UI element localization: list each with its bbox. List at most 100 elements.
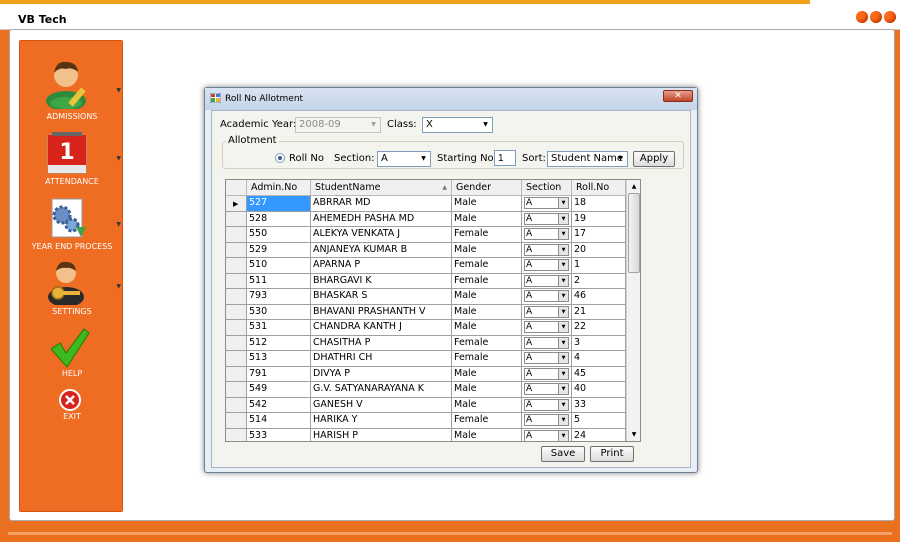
grid-cell-name[interactable]: HARIKA Y [311, 413, 452, 429]
grid-cell-roll[interactable]: 1 [572, 258, 626, 274]
section-cell-select[interactable]: A ▼ [524, 321, 569, 333]
column-header-roll-no[interactable]: Roll.No [572, 180, 626, 196]
grid-cell-section[interactable]: A ▼ [522, 382, 572, 398]
section-cell-select[interactable]: A ▼ [524, 305, 569, 318]
grid-cell-name[interactable]: BHARGAVI K [311, 273, 452, 289]
grid-cell-roll[interactable]: 21 [572, 304, 626, 320]
column-header-gender[interactable]: Gender [452, 180, 522, 196]
grid-cell-name[interactable]: AHEMEDH PASHA MD [311, 211, 452, 227]
scroll-up-icon[interactable]: ▲ [627, 180, 640, 193]
grid-cell-roll[interactable]: 3 [572, 335, 626, 351]
grid-cell-roll[interactable]: 20 [572, 242, 626, 258]
sort-select[interactable]: Student Name ▼ [547, 151, 628, 167]
grid-cell-gender[interactable]: Female [452, 227, 522, 243]
grid-cell-name[interactable]: DIVYA P [311, 366, 452, 382]
grid-cell-gender[interactable]: Male [452, 242, 522, 258]
grid-cell-name[interactable]: BHAVANI PRASHANTH V [311, 304, 452, 320]
grid-cell-name[interactable]: ALEKYA VENKATA J [311, 227, 452, 243]
section-cell-select[interactable]: A ▼ [524, 414, 569, 426]
grid-cell-name[interactable]: HARISH P [311, 428, 452, 441]
section-cell-select[interactable]: A ▼ [524, 398, 569, 411]
column-header-admin-no[interactable]: Admin.No [247, 180, 311, 196]
grid-cell-gender[interactable]: Male [452, 428, 522, 441]
sidebar-item-year-end-process[interactable]: YEAR END PROCESS ▼ [20, 197, 124, 255]
table-row[interactable]: 550 ALEKYA VENKATA J Female A ▼ 17 [226, 227, 626, 243]
sidebar-item-help[interactable]: HELP [20, 327, 124, 379]
grid-cell-section[interactable]: A ▼ [522, 227, 572, 243]
grid-cell-name[interactable]: APARNA P [311, 258, 452, 274]
table-row[interactable]: 512 CHASITHA P Female A ▼ 3 [226, 335, 626, 351]
grid-cell-name[interactable]: DHATHRI CH [311, 351, 452, 367]
grid-cell-gender[interactable]: Male [452, 289, 522, 305]
grid-cell-section[interactable]: A ▼ [522, 413, 572, 429]
sidebar-item-attendance[interactable]: 1 ATTENDANCE ▼ [20, 131, 124, 189]
table-row[interactable]: 513 DHATHRI CH Female A ▼ 4 [226, 351, 626, 367]
grid-cell-admin[interactable]: 527 [247, 196, 311, 212]
scroll-down-icon[interactable]: ▼ [627, 428, 640, 441]
grid-cell-name[interactable]: G.V. SATYANARAYANA K [311, 382, 452, 398]
grid-cell-roll[interactable]: 24 [572, 428, 626, 441]
grid-cell-admin[interactable]: 529 [247, 242, 311, 258]
grid-cell-gender[interactable]: Female [452, 273, 522, 289]
section-cell-select[interactable]: A ▼ [524, 212, 569, 225]
grid-cell-roll[interactable]: 19 [572, 211, 626, 227]
grid-cell-gender[interactable]: Male [452, 211, 522, 227]
section-cell-select[interactable]: A ▼ [524, 367, 569, 380]
row-header[interactable] [226, 320, 247, 336]
table-row[interactable]: 510 APARNA P Female A ▼ 1 [226, 258, 626, 274]
grid-cell-section[interactable]: A ▼ [522, 366, 572, 382]
section-cell-select[interactable]: A ▼ [524, 274, 569, 287]
grid-cell-roll[interactable]: 33 [572, 397, 626, 413]
table-row[interactable]: 791 DIVYA P Male A ▼ 45 [226, 366, 626, 382]
table-row[interactable]: 514 HARIKA Y Female A ▼ 5 [226, 413, 626, 429]
table-row[interactable]: 549 G.V. SATYANARAYANA K Male A ▼ 40 [226, 382, 626, 398]
grid-cell-roll[interactable]: 45 [572, 366, 626, 382]
grid-cell-roll[interactable]: 17 [572, 227, 626, 243]
row-header[interactable] [226, 366, 247, 382]
grid-cell-admin[interactable]: 528 [247, 211, 311, 227]
close-dot-icon[interactable] [884, 11, 896, 23]
row-header[interactable] [226, 428, 247, 441]
row-header[interactable] [226, 242, 247, 258]
grid-cell-admin[interactable]: 530 [247, 304, 311, 320]
row-header[interactable]: ▶ [226, 196, 247, 212]
section-cell-select[interactable]: A ▼ [524, 290, 569, 302]
grid-cell-roll[interactable]: 2 [572, 273, 626, 289]
section-cell-select[interactable]: A ▼ [524, 228, 569, 240]
grid-cell-gender[interactable]: Female [452, 258, 522, 274]
grid-cell-gender[interactable]: Female [452, 413, 522, 429]
grid-cell-section[interactable]: A ▼ [522, 211, 572, 227]
grid-cell-admin[interactable]: 513 [247, 351, 311, 367]
grid-cell-section[interactable]: A ▼ [522, 258, 572, 274]
grid-cell-gender[interactable]: Male [452, 382, 522, 398]
row-header[interactable] [226, 413, 247, 429]
grid-cell-roll[interactable]: 18 [572, 196, 626, 212]
table-row[interactable]: ▶ 527 ABRRAR MD Male A ▼ 18 [226, 196, 626, 212]
grid-cell-name[interactable]: ANJANEYA KUMAR B [311, 242, 452, 258]
grid-cell-roll[interactable]: 40 [572, 382, 626, 398]
roll-no-radio[interactable] [275, 153, 285, 163]
grid-cell-admin[interactable]: 531 [247, 320, 311, 336]
section-cell-select[interactable]: A ▼ [524, 336, 569, 349]
table-row[interactable]: 533 HARISH P Male A ▼ 24 [226, 428, 626, 441]
scroll-thumb[interactable] [628, 193, 640, 273]
apply-button[interactable]: Apply [633, 151, 675, 167]
dialog-titlebar[interactable]: Roll No Allotment ✕ [205, 88, 697, 110]
grid-cell-roll[interactable]: 22 [572, 320, 626, 336]
grid-cell-admin[interactable]: 514 [247, 413, 311, 429]
section-cell-select[interactable]: A ▼ [524, 429, 569, 441]
sidebar-item-exit[interactable]: EXIT [20, 389, 124, 423]
minimize-dot-icon[interactable] [856, 11, 868, 23]
section-cell-select[interactable]: A ▼ [524, 197, 569, 209]
dialog-close-button[interactable]: ✕ [663, 90, 693, 102]
grid-cell-admin[interactable]: 549 [247, 382, 311, 398]
starting-no-input[interactable] [494, 150, 516, 166]
save-button[interactable]: Save [541, 446, 585, 462]
class-select[interactable]: X ▼ [422, 117, 493, 133]
row-header[interactable] [226, 304, 247, 320]
sidebar-item-admissions[interactable]: ADMISSIONS ▼ [20, 57, 124, 123]
grid-cell-gender[interactable]: Female [452, 351, 522, 367]
grid-vertical-scrollbar[interactable]: ▲ ▼ [626, 180, 640, 441]
grid-cell-admin[interactable]: 542 [247, 397, 311, 413]
table-row[interactable]: 511 BHARGAVI K Female A ▼ 2 [226, 273, 626, 289]
